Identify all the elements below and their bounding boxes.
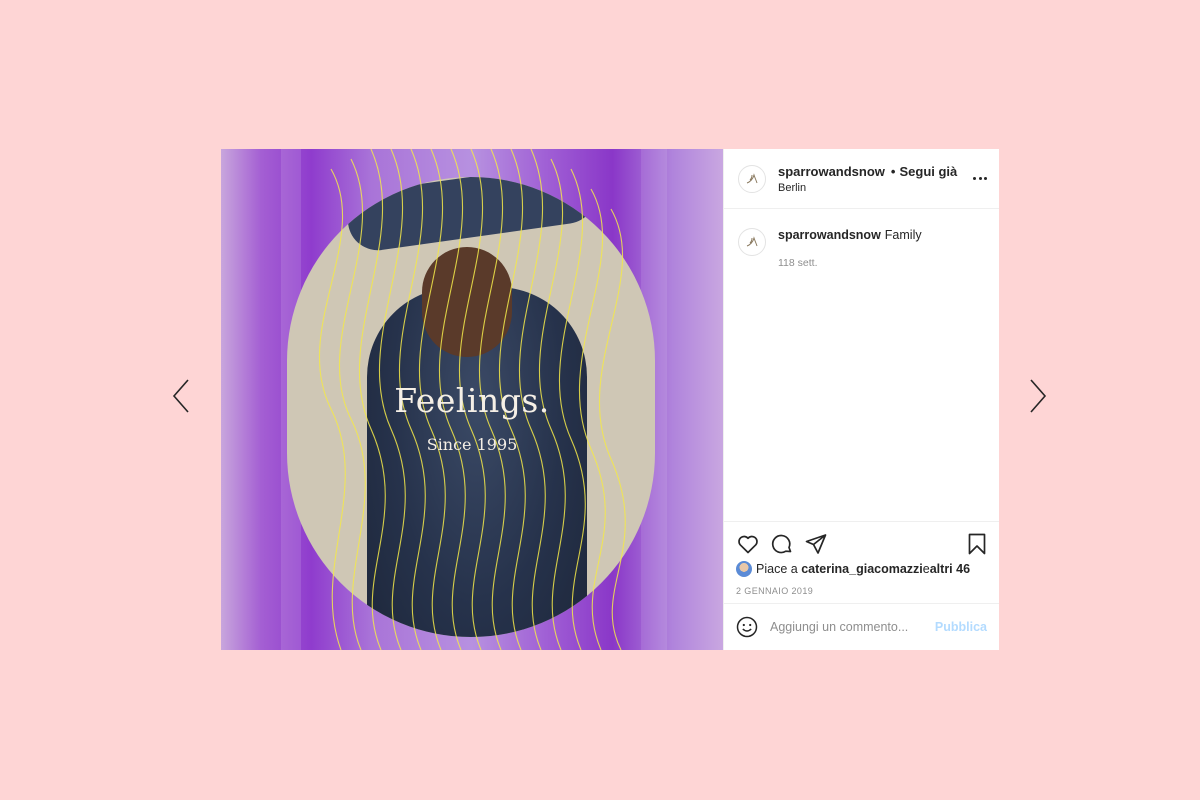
caption-text: Family <box>884 228 922 242</box>
header-username[interactable]: sparrowandsnow <box>778 164 885 179</box>
like-button[interactable] <box>736 532 760 556</box>
likes-middle: e <box>922 562 930 576</box>
emoji-button[interactable] <box>736 616 758 638</box>
bird-logo-icon <box>746 172 758 183</box>
caption-comment: sparrowandsnow Family 118 sett. <box>738 227 985 271</box>
post-modal: Feelings. Since 1995 sparrowandsnow • Se… <box>221 149 999 650</box>
next-post-button[interactable] <box>1025 376 1049 416</box>
more-options-button[interactable] <box>973 171 987 185</box>
smiley-icon <box>736 616 758 638</box>
bookmark-icon <box>968 533 986 555</box>
avatar[interactable] <box>738 164 766 193</box>
previous-post-button[interactable] <box>170 376 194 416</box>
header-separator: • <box>890 163 896 179</box>
likes-user[interactable]: caterina_giacomazzi <box>801 562 923 576</box>
share-button[interactable] <box>804 532 828 556</box>
comment-bubble-icon <box>771 534 792 554</box>
add-comment-bar: Pubblica <box>724 603 999 650</box>
likes-others[interactable]: altri 46 <box>930 562 970 576</box>
publish-button[interactable]: Pubblica <box>935 620 987 634</box>
post-header: sparrowandsnow • Segui già Berlin <box>724 149 999 209</box>
avatar[interactable] <box>736 561 752 577</box>
post-date[interactable]: 2 GENNAIO 2019 <box>736 586 989 596</box>
action-bar <box>736 530 989 558</box>
post-location[interactable]: Berlin <box>778 182 957 194</box>
image-subline: Since 1995 <box>426 435 518 454</box>
bird-logo-icon <box>746 236 758 247</box>
likes-summary: Piace a caterina_giacomazzi e altri 46 <box>736 561 989 577</box>
save-button[interactable] <box>965 532 989 556</box>
comments-section: sparrowandsnow Family 118 sett. <box>724 209 999 521</box>
image-headline: Feelings. <box>394 381 550 420</box>
post-actions-area: Piace a caterina_giacomazzi e altri 46 2… <box>724 521 999 603</box>
caption-username[interactable]: sparrowandsnow <box>778 228 881 242</box>
paper-plane-icon <box>805 534 827 554</box>
following-button[interactable]: Segui già <box>899 164 957 179</box>
post-image: Feelings. Since 1995 <box>221 149 723 650</box>
chevron-right-icon <box>1030 379 1047 413</box>
caption-time: 118 sett. <box>778 257 818 269</box>
comment-button[interactable] <box>770 532 794 556</box>
comment-input[interactable] <box>770 620 935 634</box>
post-sidebar: sparrowandsnow • Segui già Berlin sparro… <box>723 149 999 650</box>
chevron-left-icon <box>172 379 189 413</box>
avatar[interactable] <box>738 228 766 256</box>
more-horizontal-icon <box>973 176 976 180</box>
heart-icon <box>738 535 758 554</box>
likes-prefix: Piace a <box>756 562 798 576</box>
